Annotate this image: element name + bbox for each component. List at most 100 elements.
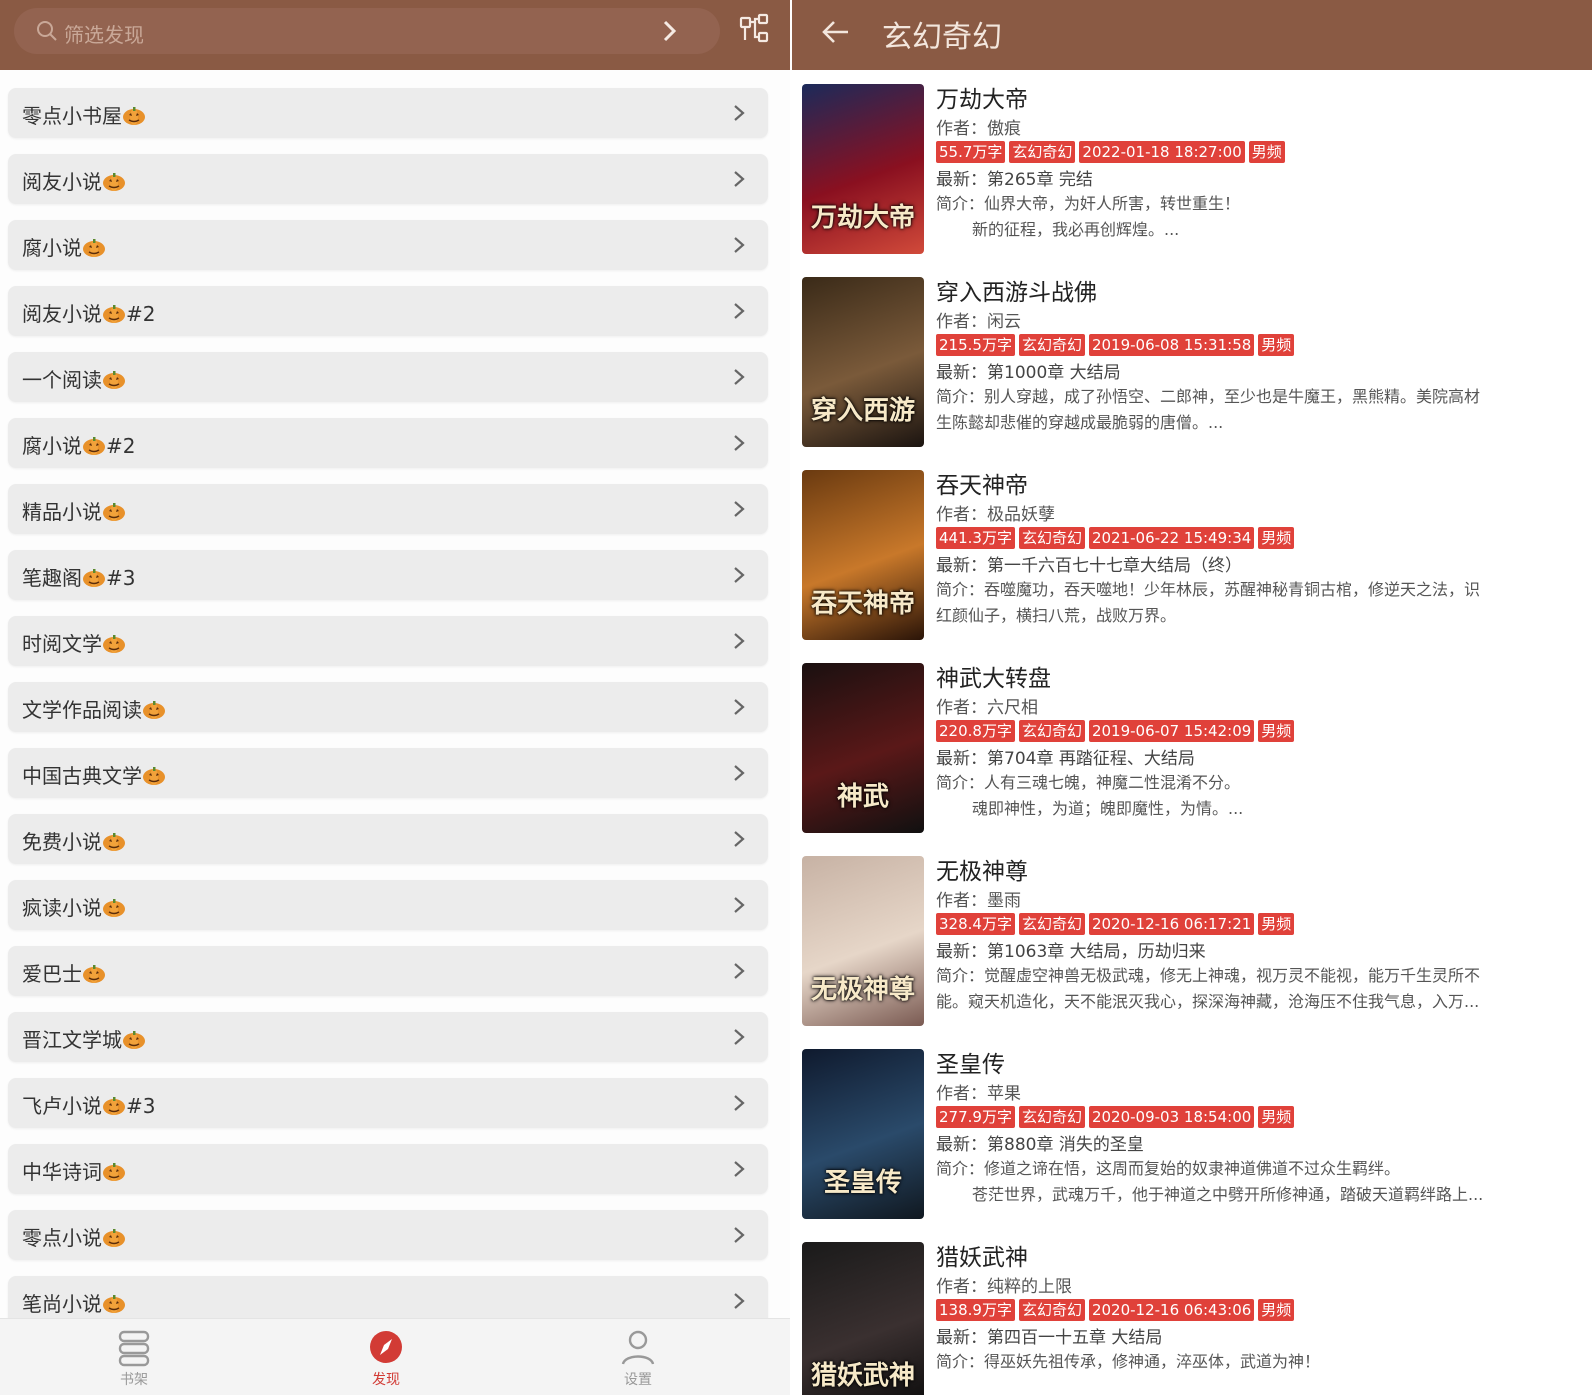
source-item[interactable]: 中华诗词 <box>8 1144 768 1194</box>
book-author: 作者：苹果 <box>936 1084 1021 1104</box>
book-intro: 简介：修道之谛在悟，这周而复始的奴隶神道佛道不过众生羁绊。 苍茫世界，武魂万千，他… <box>936 1156 1586 1208</box>
pumpkin-icon <box>102 172 126 192</box>
source-item-label: 文学作品阅读 <box>22 694 166 723</box>
book-item[interactable]: 万劫大帝 万劫大帝 作者：傲痕 55.7万字 玄幻奇幻 2022-01-18 18:27:… <box>792 84 1592 260</box>
source-name: 中国古典文学 <box>22 764 142 788</box>
intro-line-1: 简介：觉醒虚空神兽无极武魂，修无上神魂，视万灵不能视，能万千生灵所不 <box>936 966 1481 985</box>
chevron-right-icon <box>734 369 745 385</box>
cover-title: 万劫大帝 <box>810 202 915 233</box>
search-bar[interactable]: 筛选发现 <box>14 8 720 54</box>
book-tags: 220.8万字 玄幻奇幻 2019-06-07 15:42:09 男频 <box>936 720 1586 746</box>
channel-tag: 男频 <box>1258 913 1295 935</box>
source-item[interactable]: 阅友小说 #2 <box>8 286 768 336</box>
source-item[interactable]: 时阅文学 <box>8 616 768 666</box>
book-cover: 万劫大帝 <box>802 84 924 254</box>
book-title: 万劫大帝 <box>936 87 1028 113</box>
source-item-label: 腐小说 <box>22 232 106 261</box>
category-tag: 玄幻奇幻 <box>1018 334 1085 356</box>
book-title: 猎妖武神 <box>936 1245 1028 1271</box>
source-item-label: 中华诗词 <box>22 1156 126 1185</box>
book-tags: 328.4万字 玄幻奇幻 2020-12-16 06:17:21 男频 <box>936 913 1586 939</box>
cover-title: 猎妖武神 <box>810 1360 915 1391</box>
source-item[interactable]: 文学作品阅读 <box>8 682 768 732</box>
chevron-right-icon <box>734 303 745 319</box>
compass-icon <box>370 1331 402 1363</box>
search-placeholder: 筛选发现 <box>64 23 144 47</box>
book-author: 作者：极品妖孽 <box>936 505 1055 525</box>
channel-tag: 男频 <box>1258 334 1295 356</box>
source-item[interactable]: 阅友小说 <box>8 154 768 204</box>
chevron-right-icon <box>734 1161 745 1177</box>
nav-bookshelf-label: 书架 <box>120 1372 148 1388</box>
source-item[interactable]: 中国古典文学 <box>8 748 768 798</box>
source-item-label: 精品小说 <box>22 496 126 525</box>
book-info: 无极神尊 作者：墨雨 328.4万字 玄幻奇幻 2020-12-16 06:17:21 男… <box>936 856 1586 1015</box>
pumpkin-icon <box>82 436 106 456</box>
book-tags: 277.9万字 玄幻奇幻 2020-09-03 18:54:00 男频 <box>936 1106 1586 1132</box>
pumpkin-icon <box>102 304 126 324</box>
cover-title: 吞天神帝 <box>810 588 915 619</box>
back-arrow-icon[interactable] <box>820 16 852 48</box>
source-item[interactable]: 零点小说 <box>8 1210 768 1260</box>
chevron-right-icon <box>734 171 745 187</box>
source-name: 笔尚小说 <box>22 1292 102 1316</box>
book-item[interactable]: 无极神尊 无极神尊 作者：墨雨 328.4万字 玄幻奇幻 2020-12-16 06:17… <box>792 856 1592 1032</box>
pumpkin-icon <box>102 634 126 654</box>
source-item-label: 时阅文学 <box>22 628 126 657</box>
cover-title: 神武 <box>836 781 889 812</box>
group-tree-icon[interactable] <box>738 12 772 46</box>
book-info: 万劫大帝 作者：傲痕 55.7万字 玄幻奇幻 2022-01-18 18:27:00 男频… <box>936 84 1586 243</box>
source-item[interactable]: 一个阅读 <box>8 352 768 402</box>
nav-bookshelf[interactable]: 书架 <box>94 1327 174 1395</box>
source-item[interactable]: 疯读小说 <box>8 880 768 930</box>
nav-discover[interactable]: 发现 <box>346 1327 426 1395</box>
pumpkin-icon <box>82 238 106 258</box>
channel-tag: 男频 <box>1258 1299 1295 1321</box>
source-item[interactable]: 腐小说 #2 <box>8 418 768 468</box>
chevron-right-icon <box>734 501 745 517</box>
source-name: 一个阅读 <box>22 368 102 392</box>
source-name: 腐小说 <box>22 236 82 260</box>
book-info: 吞天神帝 作者：极品妖孽 441.3万字 玄幻奇幻 2021-06-22 15:49:3… <box>936 470 1586 629</box>
channel-tag: 男频 <box>1258 720 1295 742</box>
book-item[interactable]: 吞天神帝 吞天神帝 作者：极品妖孽 441.3万字 玄幻奇幻 2021-06-22 15:… <box>792 470 1592 646</box>
book-author: 作者：纯粹的上限 <box>936 1277 1072 1297</box>
book-author: 作者：六尺相 <box>936 698 1038 718</box>
nav-settings-label: 设置 <box>624 1372 652 1388</box>
cover-title: 穿入西游 <box>810 395 915 426</box>
source-name: 阅友小说 <box>22 170 102 194</box>
bookshelf-icon <box>118 1330 150 1367</box>
source-item[interactable]: 零点小书屋 <box>8 88 768 138</box>
book-item[interactable]: 神武 神武大转盘作者：六尺相 220.8万字 玄幻奇幻 2019-06-07 15:42… <box>792 663 1592 839</box>
source-item[interactable]: 腐小说 <box>8 220 768 270</box>
book-item[interactable]: 圣皇传 圣皇传 作者：苹果 277.9万字 玄幻奇幻 2020-09-03 18:54:0… <box>792 1049 1592 1225</box>
book-title: 神武大转盘 <box>936 666 1051 692</box>
source-item[interactable]: 爱巴士 <box>8 946 768 996</box>
intro-line-2: 生陈懿却悲催的穿越成最脆弱的唐僧。... <box>936 413 1224 432</box>
latest-chapter: 最新：第265章 完结 <box>936 170 1093 190</box>
source-item[interactable]: 飞卢小说 #3 <box>8 1078 768 1128</box>
intro-line-1: 简介：仙界大帝，为奸人所害，转世重生！ <box>936 194 1241 213</box>
source-item-label: 免费小说 <box>22 826 126 855</box>
chevron-right-icon <box>734 831 745 847</box>
nav-settings[interactable]: 设置 <box>598 1327 678 1395</box>
source-name: 腐小说 <box>22 434 82 458</box>
source-item[interactable]: 晋江文学城 <box>8 1012 768 1062</box>
source-item[interactable]: 精品小说 <box>8 484 768 534</box>
book-cover: 猎妖武神 <box>802 1242 924 1395</box>
source-name: 飞卢小说 <box>22 1094 102 1118</box>
source-suffix: #3 <box>126 1094 156 1118</box>
intro-line-1: 简介：人有三魂七魄，神魔二性混淆不分。 <box>936 773 1241 792</box>
word-count-tag: 215.5万字 <box>936 334 1015 356</box>
chevron-right-icon <box>734 237 745 253</box>
book-item[interactable]: 穿入西游 穿入西游斗战佛 作者：闲云 215.5万字 玄幻奇幻 2019-06-08 15… <box>792 277 1592 453</box>
source-item[interactable]: 笔趣阁 #3 <box>8 550 768 600</box>
chevron-right-icon[interactable] <box>658 18 680 44</box>
pumpkin-icon <box>102 1162 126 1182</box>
book-item[interactable]: 猎妖武神 猎妖武神 作者：纯粹的上限 138.9万字 玄幻奇幻 2020-12-16 06… <box>792 1242 1592 1395</box>
chevron-right-icon <box>734 567 745 583</box>
source-name: 晋江文学城 <box>22 1028 122 1052</box>
chevron-right-icon <box>734 435 745 451</box>
source-item[interactable]: 免费小说 <box>8 814 768 864</box>
book-cover: 吞天神帝 <box>802 470 924 640</box>
